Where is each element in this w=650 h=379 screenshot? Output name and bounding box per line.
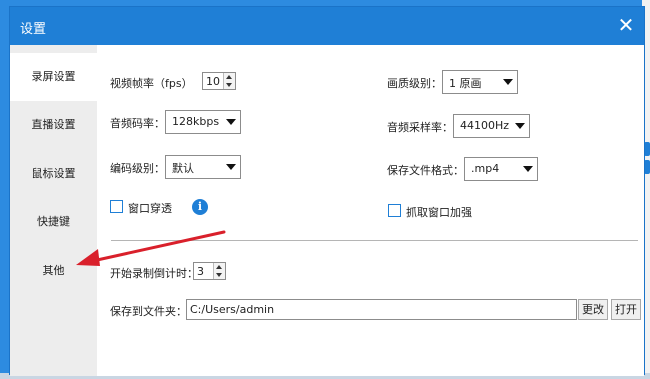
- fps-label: 视频帧率（fps）: [110, 77, 193, 90]
- close-icon[interactable]: ✕: [614, 13, 638, 37]
- settings-sidebar: 录屏设置 直播设置 鼠标设置 快捷键 其他: [10, 45, 97, 376]
- sample-rate-select[interactable]: 44100Hz: [453, 114, 530, 138]
- spin-down-icon[interactable]: [226, 83, 232, 87]
- chevron-down-icon: [226, 164, 236, 170]
- quality-label: 画质级别：: [387, 77, 442, 90]
- change-folder-button[interactable]: 更改: [578, 299, 608, 320]
- countdown-label: 开始录制倒计时：: [110, 267, 198, 280]
- encode-level-value: 默认: [172, 162, 194, 175]
- save-folder-value: C:/Users/admin: [190, 303, 275, 316]
- countdown-spinner[interactable]: 3: [193, 262, 226, 280]
- fps-value: 10: [206, 75, 220, 88]
- capture-accel-label: 抓取窗口加强: [406, 206, 472, 219]
- spin-down-icon[interactable]: [216, 273, 222, 277]
- dialog-title: 设置: [20, 22, 47, 37]
- fps-spinner[interactable]: 10: [202, 72, 236, 90]
- chevron-down-icon: [226, 119, 236, 125]
- window-through-checkbox[interactable]: [110, 200, 123, 213]
- sidebar-item-other[interactable]: 其他: [10, 247, 97, 295]
- window-through-label: 窗口穿透: [128, 202, 172, 215]
- settings-content: 视频帧率（fps） 10 画质级别： 1 原画 音频码率： 128kbps 音频…: [97, 45, 644, 376]
- encode-level-select[interactable]: 默认: [165, 155, 241, 179]
- audio-bitrate-label: 音频码率：: [110, 117, 165, 130]
- fps-spinner-buttons[interactable]: [223, 73, 235, 89]
- settings-dialog: 设置 ✕ 录屏设置 直播设置 鼠标设置 快捷键 其他 视频帧率（fps） 10 …: [9, 6, 645, 376]
- section-divider: [111, 240, 638, 241]
- capture-accel-checkbox[interactable]: [388, 204, 401, 217]
- chevron-down-icon: [523, 166, 533, 172]
- format-select[interactable]: .mp4: [464, 157, 538, 181]
- spin-up-icon[interactable]: [216, 265, 222, 269]
- countdown-spinner-buttons[interactable]: [213, 263, 225, 279]
- countdown-value: 3: [197, 265, 204, 278]
- audio-bitrate-value: 128kbps: [172, 115, 220, 128]
- sample-rate-label: 音频采样率：: [387, 121, 453, 134]
- chevron-down-icon: [503, 79, 513, 85]
- sidebar-item-shortcuts[interactable]: 快捷键: [10, 198, 97, 246]
- save-folder-input[interactable]: C:/Users/admin: [186, 299, 577, 320]
- sidebar-item-record-settings[interactable]: 录屏设置: [10, 53, 97, 101]
- encode-level-label: 编码级别：: [110, 162, 165, 175]
- dialog-titlebar[interactable]: 设置 ✕: [10, 7, 644, 45]
- chevron-down-icon: [515, 123, 525, 129]
- info-icon[interactable]: i: [192, 199, 208, 215]
- sidebar-item-live-settings[interactable]: 直播设置: [10, 101, 97, 149]
- quality-select[interactable]: 1 原画: [442, 70, 518, 94]
- quality-value: 1 原画: [449, 77, 482, 90]
- open-folder-button[interactable]: 打开: [611, 299, 641, 320]
- sidebar-item-mouse-settings[interactable]: 鼠标设置: [10, 150, 97, 198]
- spin-up-icon[interactable]: [226, 75, 232, 79]
- audio-bitrate-select[interactable]: 128kbps: [165, 110, 241, 134]
- format-value: .mp4: [471, 162, 500, 175]
- save-folder-label: 保存到文件夹：: [110, 305, 187, 318]
- format-label: 保存文件格式：: [387, 164, 464, 177]
- sample-rate-value: 44100Hz: [460, 119, 510, 132]
